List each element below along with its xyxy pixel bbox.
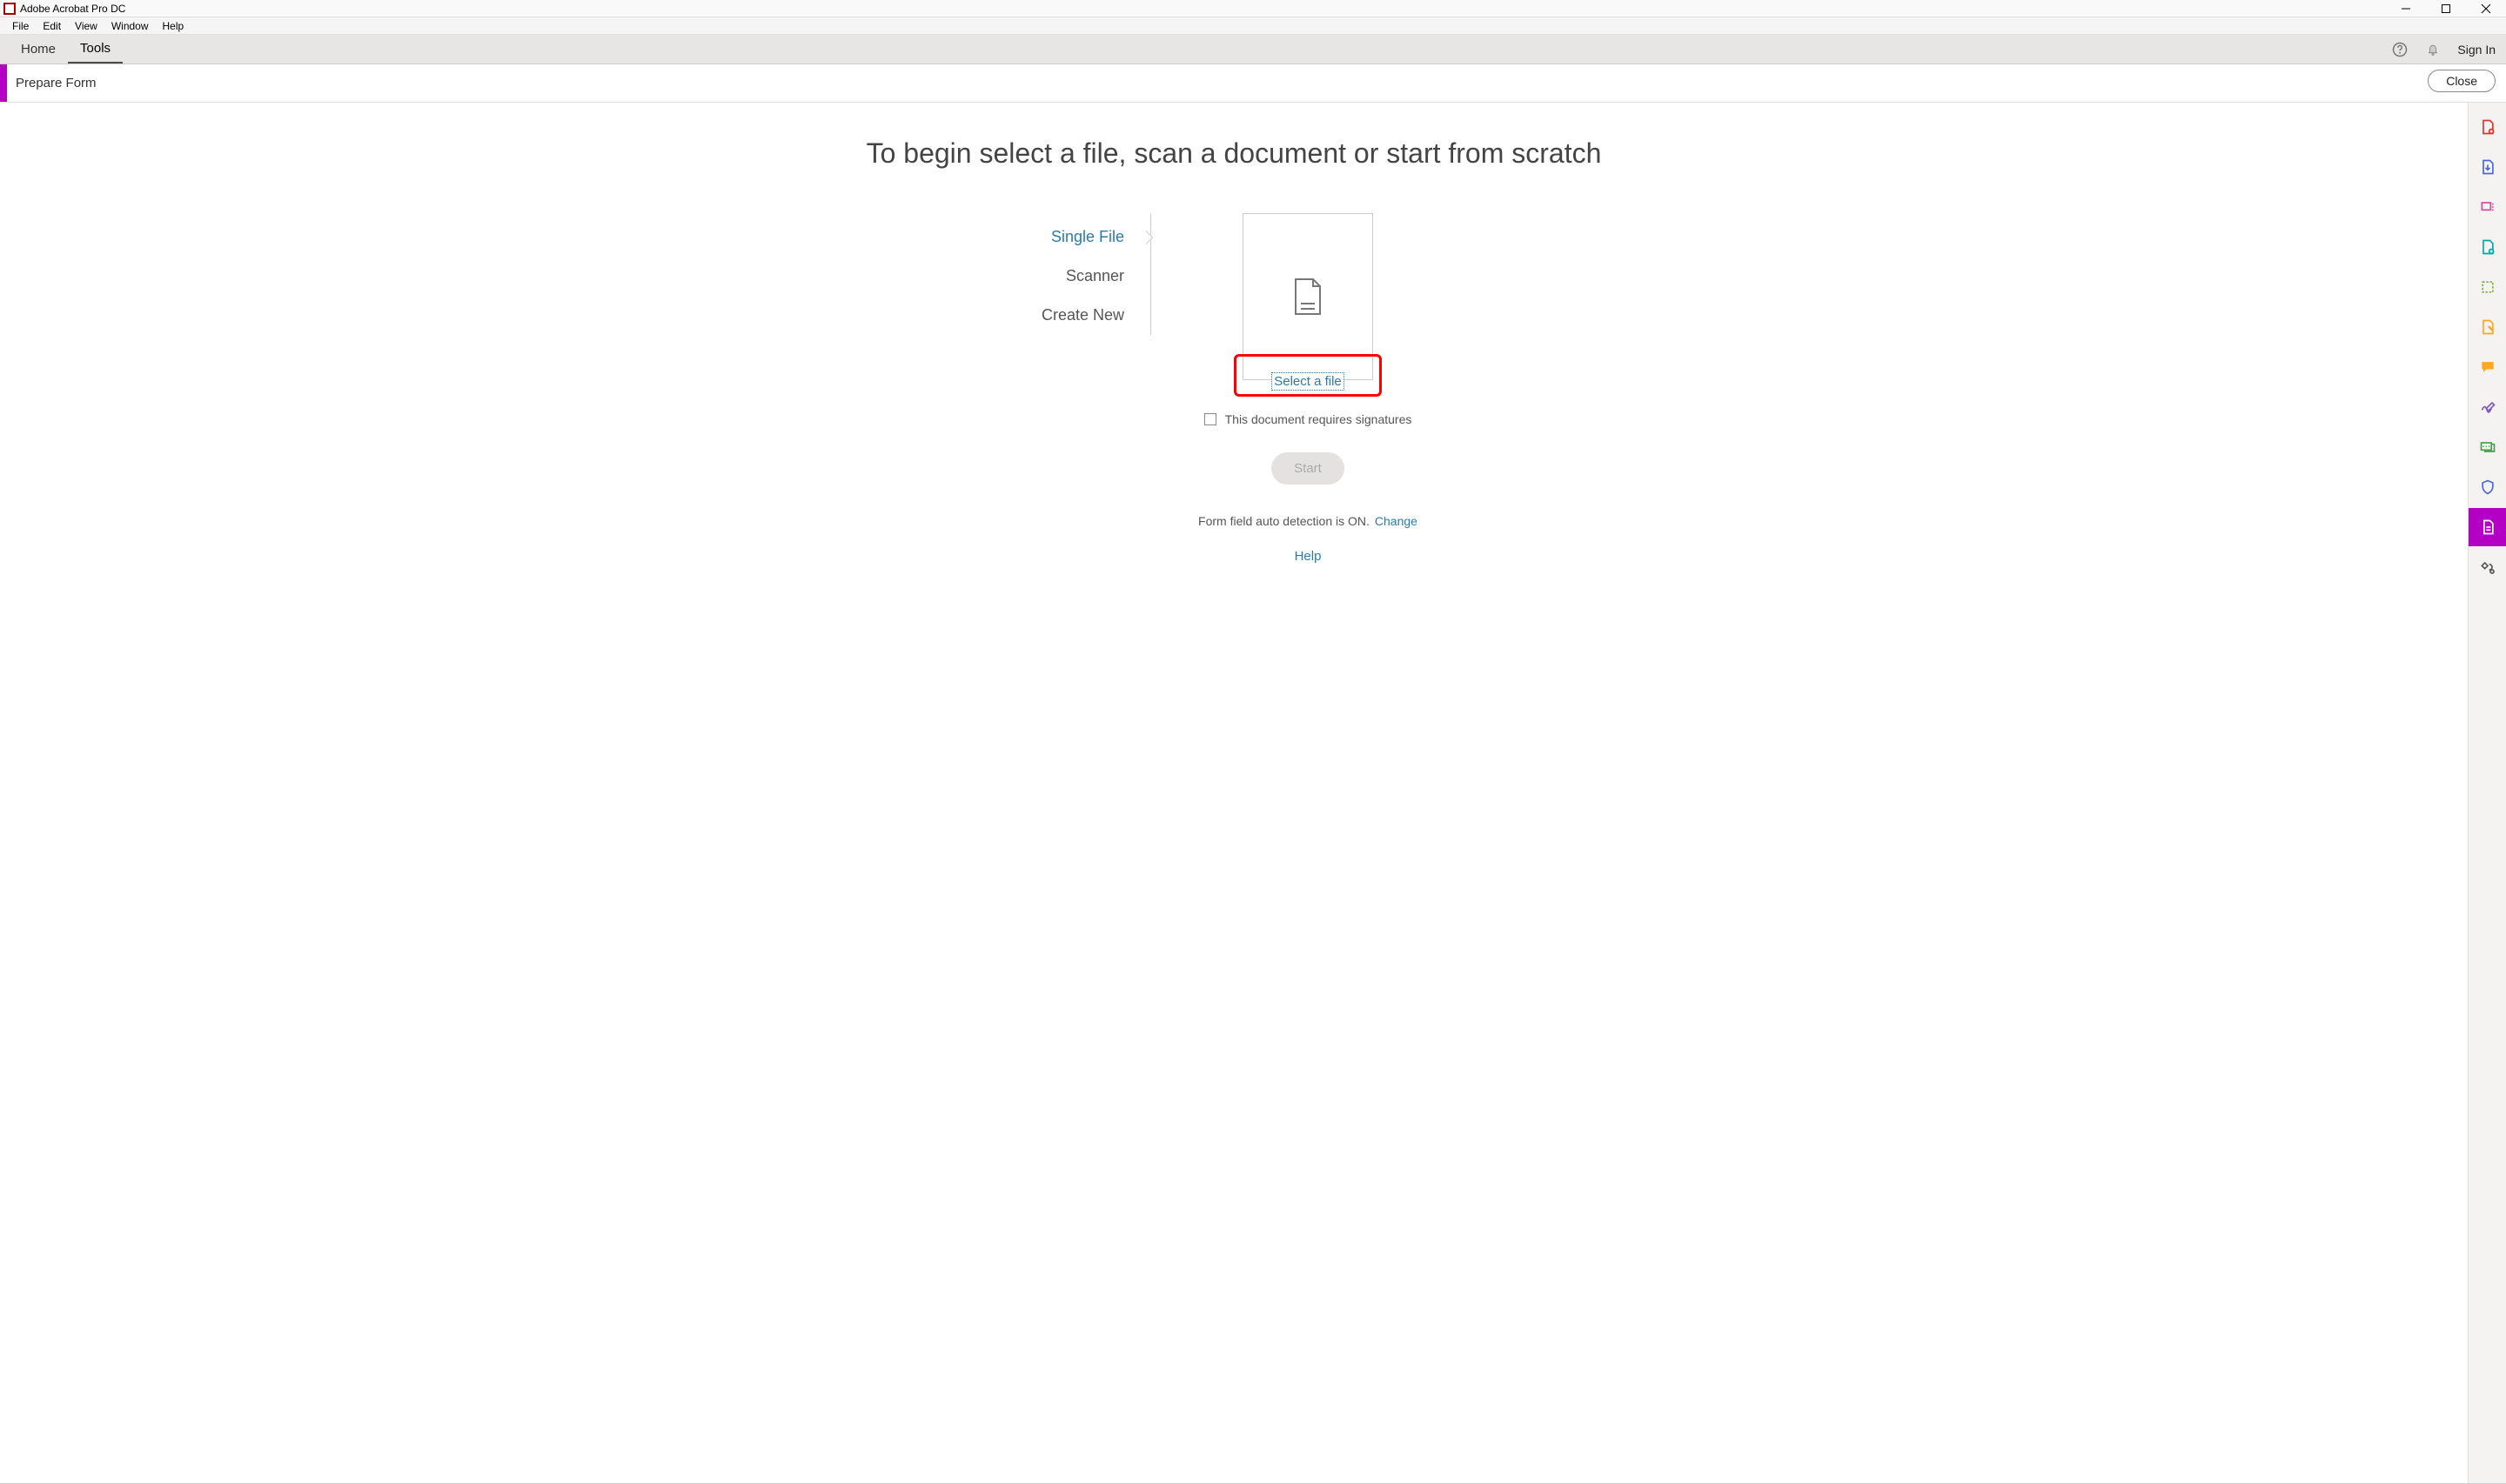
menu-window[interactable]: Window (104, 18, 156, 34)
sign-in-link[interactable]: Sign In (2457, 43, 2496, 57)
close-window-button[interactable] (2466, 0, 2506, 17)
main-heading: To begin select a file, scan a document … (867, 137, 1602, 170)
protect-icon[interactable] (2469, 468, 2506, 506)
help-icon[interactable] (2391, 41, 2409, 58)
notifications-icon[interactable] (2424, 41, 2442, 58)
comment-icon[interactable] (2469, 348, 2506, 386)
signature-checkbox-label: This document requires signatures (1225, 412, 1412, 426)
titlebar: Adobe Acrobat Pro DC (0, 0, 2506, 17)
tool-header: Prepare Form Close (0, 64, 2506, 103)
signature-checkbox-row: This document requires signatures (1204, 412, 1412, 426)
minimize-button[interactable] (2386, 0, 2426, 17)
menu-view[interactable]: View (68, 18, 104, 34)
app-logo-icon (3, 3, 16, 15)
combine-files-icon[interactable] (2469, 228, 2506, 266)
auto-detect-text: Form field auto detection is ON. (1198, 514, 1370, 528)
signature-checkbox[interactable] (1204, 413, 1216, 425)
more-tools-icon[interactable] (2469, 548, 2506, 586)
select-file-link[interactable]: Select a file (1271, 372, 1344, 391)
navbar-right: Sign In (2391, 35, 2496, 64)
tool-accent-bar (0, 64, 7, 102)
tool-title: Prepare Form (16, 76, 97, 90)
menubar: File Edit View Window Help (0, 17, 2506, 35)
redact-icon[interactable] (2469, 308, 2506, 346)
select-file-highlight: Select a file (1234, 354, 1382, 397)
tab-single-file[interactable]: Single File (1038, 217, 1150, 257)
organize-pages-icon[interactable] (2469, 268, 2506, 306)
auto-detect-row: Form field auto detection is ON. Change (1198, 514, 1417, 528)
main-area: To begin select a file, scan a document … (0, 103, 2468, 1484)
close-tool-button[interactable]: Close (2428, 70, 2496, 92)
app-title: Adobe Acrobat Pro DC (20, 3, 125, 15)
help-link[interactable]: Help (1295, 549, 1322, 564)
export-pdf-icon[interactable] (2469, 148, 2506, 186)
prepare-form-icon[interactable] (2469, 508, 2506, 546)
change-link[interactable]: Change (1375, 514, 1417, 528)
nav-tools[interactable]: Tools (68, 35, 123, 64)
main-content: To begin select a file, scan a document … (0, 103, 2468, 1484)
menu-edit[interactable]: Edit (36, 18, 68, 34)
menu-file[interactable]: File (5, 18, 36, 34)
tab-scanner[interactable]: Scanner (1038, 257, 1150, 296)
menu-help[interactable]: Help (156, 18, 191, 34)
nav-home[interactable]: Home (9, 35, 68, 64)
tab-create-new[interactable]: Create New (1038, 296, 1150, 335)
document-icon (1290, 276, 1325, 318)
maximize-button[interactable] (2426, 0, 2466, 17)
center-column: Select a file This document requires sig… (1186, 213, 1430, 564)
right-tool-sidebar (2468, 103, 2506, 1484)
navbar: Home Tools Sign In (0, 35, 2506, 64)
create-pdf-icon[interactable] (2469, 108, 2506, 146)
edit-pdf-icon[interactable] (2469, 188, 2506, 226)
work-area: Single File Scanner Create New (1038, 213, 1430, 564)
window-controls (2386, 0, 2506, 17)
start-button[interactable]: Start (1271, 452, 1344, 485)
source-tabs: Single File Scanner Create New (1038, 213, 1151, 335)
fill-sign-icon[interactable] (2469, 388, 2506, 426)
send-tracking-icon[interactable] (2469, 428, 2506, 466)
